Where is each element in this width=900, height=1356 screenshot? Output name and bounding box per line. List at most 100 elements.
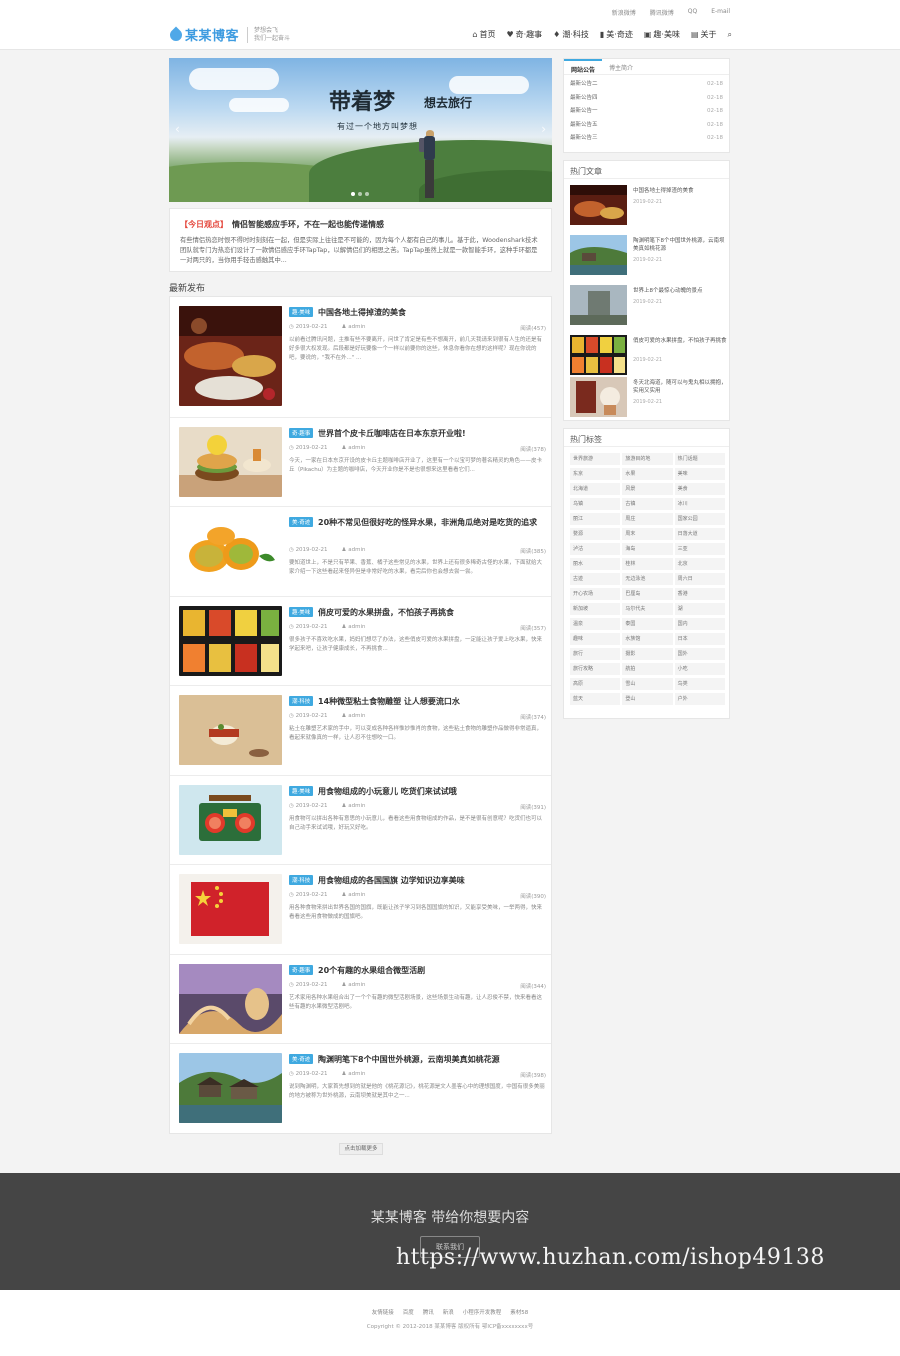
article-title[interactable]: 俏皮可爱的水果拼盘，不怕孩子再挑食 bbox=[318, 606, 546, 619]
nav-wonder[interactable]: ▮ 美·奇迹 bbox=[600, 29, 633, 40]
category-badge[interactable]: 奇·趣事 bbox=[289, 965, 314, 975]
nav-food[interactable]: ▣ 趣·美味 bbox=[644, 29, 680, 40]
qq-link[interactable]: QQ bbox=[688, 8, 697, 17]
article-title[interactable]: 中国各地土得掉渣的美食 bbox=[318, 306, 546, 319]
article-title[interactable]: 陶渊明笔下8个中国世外桃源，云南坝美真如桃花源 bbox=[318, 1053, 546, 1066]
tag-item[interactable]: 巴厘岛 bbox=[622, 588, 673, 600]
tag-item[interactable]: 风景 bbox=[622, 483, 673, 495]
hot-article[interactable]: 陶渊明笔下8个中国世外桃源，云南坝美真如桃花源 2019-02-21 bbox=[570, 235, 727, 275]
tag-item[interactable]: 乌镇 bbox=[570, 498, 621, 510]
tag-item[interactable]: 户外 bbox=[674, 693, 725, 705]
category-badge[interactable]: 奇·趣事 bbox=[289, 428, 314, 438]
article-title[interactable]: 世界首个皮卡丘咖啡店在日本东京开业啦! bbox=[318, 427, 546, 440]
tag-item[interactable]: 旅行 bbox=[570, 648, 621, 660]
tag-item[interactable]: 美食 bbox=[674, 483, 725, 495]
article-title[interactable]: 14种微型粘土食物雕塑 让人想要流口水 bbox=[318, 695, 546, 708]
load-more-button[interactable]: 点击加载更多 bbox=[339, 1143, 383, 1155]
tag-item[interactable]: 国家公园 bbox=[674, 513, 725, 525]
tag-item[interactable]: 旅行攻略 bbox=[570, 663, 621, 675]
tag-item[interactable]: 泸沽 bbox=[570, 543, 621, 555]
hot-thumbnail[interactable] bbox=[570, 185, 627, 225]
slide-dot[interactable] bbox=[351, 192, 355, 196]
article-item[interactable]: 潮·科技 用食物组成的各国国旗 边学知识边享美味 ◷ 2019-02-21 ♟ a… bbox=[170, 865, 551, 955]
friend-link[interactable]: 小程序开发教程 bbox=[463, 1308, 502, 1316]
tag-item[interactable]: 桂林 bbox=[622, 558, 673, 570]
tag-item[interactable]: 丽水 bbox=[570, 558, 621, 570]
tencent-weibo-link[interactable]: 腾讯微博 bbox=[650, 8, 674, 17]
article-thumbnail[interactable] bbox=[179, 516, 282, 586]
tag-item[interactable]: 雪山 bbox=[622, 678, 673, 690]
hot-thumbnail[interactable] bbox=[570, 377, 627, 417]
notice-item[interactable]: 最新公告一 02-18 bbox=[564, 105, 729, 119]
article-thumbnail[interactable] bbox=[179, 695, 282, 765]
tag-item[interactable]: 摄影 bbox=[622, 648, 673, 660]
notice-item[interactable]: 最新公告五 02-18 bbox=[564, 119, 729, 133]
tab-profile[interactable]: 博主简介 bbox=[602, 59, 640, 74]
tag-item[interactable]: 国外 bbox=[674, 648, 725, 660]
article-item[interactable]: 美·奇迹 20种不常见但很好吃的怪异水果，非洲角瓜绝对是吃货的追求 ◷ 2019… bbox=[170, 507, 551, 597]
tab-notice[interactable]: 网站公告 bbox=[564, 59, 603, 74]
tag-item[interactable]: 北京 bbox=[674, 558, 725, 570]
article-thumbnail[interactable] bbox=[179, 874, 282, 944]
notice-item[interactable]: 最新公告四 02-18 bbox=[564, 92, 729, 106]
tag-item[interactable]: 古迹 bbox=[570, 573, 621, 585]
tag-item[interactable]: 水族馆 bbox=[622, 633, 673, 645]
tag-item[interactable]: 古镇 bbox=[622, 498, 673, 510]
tag-item[interactable]: 海岛 bbox=[622, 543, 673, 555]
hot-article[interactable]: 世界上8个最惊心动魄的景点 2019-02-21 bbox=[570, 285, 727, 325]
article-item[interactable]: 趣·美味 用食物组成的小玩意儿 吃货们来试试哦 ◷ 2019-02-21 ♟ ad… bbox=[170, 776, 551, 865]
nav-about[interactable]: ▤ 关于 bbox=[691, 29, 717, 40]
article-title[interactable]: 20种不常见但很好吃的怪异水果，非洲角瓜绝对是吃货的追求 bbox=[318, 516, 546, 529]
tag-item[interactable]: 北海道 bbox=[570, 483, 621, 495]
weibo-link[interactable]: 新浪微博 bbox=[612, 8, 636, 17]
article-thumbnail[interactable] bbox=[179, 306, 282, 406]
category-badge[interactable]: 潮·科技 bbox=[289, 875, 314, 885]
next-slide-icon[interactable]: › bbox=[541, 122, 546, 136]
email-link[interactable]: E-mail bbox=[711, 8, 730, 17]
tag-item[interactable]: 国内 bbox=[674, 618, 725, 630]
tag-item[interactable]: 高原 bbox=[570, 678, 621, 690]
tag-item[interactable]: 航拍 bbox=[622, 663, 673, 675]
category-badge[interactable]: 美·奇迹 bbox=[289, 517, 314, 527]
slide-dot[interactable] bbox=[365, 192, 369, 196]
tag-item[interactable]: 世界旅游 bbox=[570, 453, 621, 465]
tag-item[interactable]: 美味 bbox=[674, 468, 725, 480]
notice-item[interactable]: 最新公告二 02-18 bbox=[564, 78, 729, 92]
tag-item[interactable]: 周末 bbox=[622, 528, 673, 540]
today-headline[interactable]: 情侣智能感应手环，不在一起也能传递情感 bbox=[232, 220, 384, 229]
notice-item[interactable]: 最新公告三 02-18 bbox=[564, 132, 729, 146]
nav-home[interactable]: ⌂ 首页 bbox=[472, 29, 495, 40]
tag-item[interactable]: 马尔代夫 bbox=[622, 603, 673, 615]
slide-dot[interactable] bbox=[358, 192, 362, 196]
friend-link[interactable]: 素材58 bbox=[510, 1308, 528, 1316]
tag-item[interactable]: 湖 bbox=[674, 603, 725, 615]
tag-item[interactable]: 旅游目的地 bbox=[622, 453, 673, 465]
tag-item[interactable]: 日落大道 bbox=[674, 528, 725, 540]
tag-item[interactable]: 泰国 bbox=[622, 618, 673, 630]
category-badge[interactable]: 趣·美味 bbox=[289, 307, 314, 317]
article-item[interactable]: 奇·趣事 世界首个皮卡丘咖啡店在日本东京开业啦! ◷ 2019-02-21 ♟ a… bbox=[170, 418, 551, 507]
nav-tech[interactable]: ♦ 潮·科技 bbox=[553, 29, 589, 40]
tag-item[interactable]: 蓝天 bbox=[570, 693, 621, 705]
tag-item[interactable]: 三亚 bbox=[674, 543, 725, 555]
article-thumbnail[interactable] bbox=[179, 427, 282, 497]
hot-thumbnail[interactable] bbox=[570, 335, 627, 375]
friend-link[interactable]: 新浪 bbox=[443, 1308, 454, 1316]
friend-link[interactable]: 腾讯 bbox=[423, 1308, 434, 1316]
tag-item[interactable]: 趣味 bbox=[570, 633, 621, 645]
tag-item[interactable]: 开心农场 bbox=[570, 588, 621, 600]
category-badge[interactable]: 潮·科技 bbox=[289, 696, 314, 706]
article-item[interactable]: 奇·趣事 20个有趣的水果组合微型活剧 ◷ 2019-02-21 ♟ admin 阅… bbox=[170, 955, 551, 1044]
tag-item[interactable]: 热门话题 bbox=[674, 453, 725, 465]
tag-item[interactable]: 东京 bbox=[570, 468, 621, 480]
tag-item[interactable]: 香港 bbox=[674, 588, 725, 600]
site-logo[interactable]: 某某博客 梦想会飞 我们一起奋斗 bbox=[167, 25, 290, 44]
tag-item[interactable]: 周六日 bbox=[674, 573, 725, 585]
hot-article[interactable]: 冬天北海道，随可以与鬼丸相以拥抱，实用又实用 2019-02-21 bbox=[570, 377, 727, 417]
tag-item[interactable]: 冰川 bbox=[674, 498, 725, 510]
hot-article[interactable]: 中国各地土得掉渣的美食 2019-02-21 bbox=[570, 185, 727, 225]
tag-item[interactable]: 小吃 bbox=[674, 663, 725, 675]
friend-link[interactable]: 百度 bbox=[403, 1308, 414, 1316]
tag-item[interactable]: 新加坡 bbox=[570, 603, 621, 615]
search-button[interactable]: ⌕ bbox=[728, 29, 732, 40]
